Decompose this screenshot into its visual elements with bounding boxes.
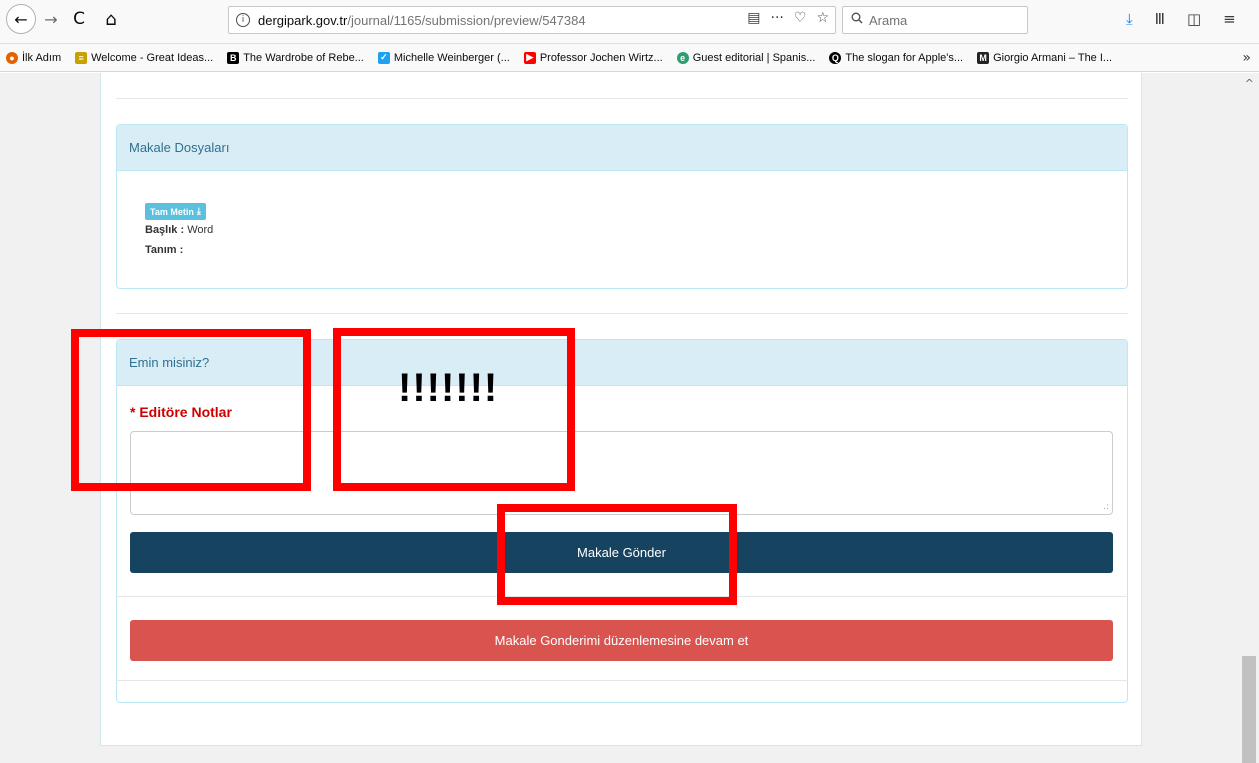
search-placeholder: Arama <box>869 12 908 28</box>
url-actions: ▤ ··· ♡ ☆ <box>747 10 829 26</box>
reload-icon: C <box>73 9 85 29</box>
scrollbar-thumb[interactable] <box>1242 656 1256 763</box>
bookmark-item[interactable]: ≡ Welcome - Great Ideas... <box>75 51 214 64</box>
bookmark-label: Giorgio Armani – The I... <box>993 51 1113 64</box>
divider <box>116 680 1128 681</box>
divider <box>116 313 1128 314</box>
forward-arrow-icon: → <box>44 9 58 29</box>
sidebar-icon[interactable]: ◫ <box>1187 10 1201 28</box>
bookmark-star-icon[interactable]: ☆ <box>816 10 829 26</box>
full-text-badge[interactable]: Tam Metin ⤓ <box>145 203 206 220</box>
file-title-row: Başlık : Word <box>145 224 213 236</box>
quora-icon: Q <box>829 51 842 64</box>
medium-icon: M <box>977 51 990 64</box>
files-panel-title: Makale Dosyaları <box>117 125 1127 171</box>
pocket-icon[interactable]: ♡ <box>794 10 807 26</box>
reader-view-icon[interactable]: ▤ <box>747 10 760 26</box>
bookmarks-toolbar: ● İlk Adım ≡ Welcome - Great Ideas... B The… <box>0 44 1259 72</box>
site-info-icon[interactable]: i <box>236 13 250 27</box>
site-icon: ≡ <box>75 51 88 64</box>
bookmark-item[interactable]: B The Wardrobe of Rebe... <box>227 51 364 64</box>
bbc-icon: B <box>227 51 240 64</box>
search-input[interactable]: Arama <box>842 6 1028 34</box>
home-button[interactable]: ⌂ <box>98 4 124 34</box>
file-title-value: Word <box>187 224 214 236</box>
annotation-exclamation: !!!!!!! <box>398 366 499 410</box>
back-arrow-icon: ← <box>14 9 28 29</box>
menu-icon[interactable]: ≡ <box>1223 10 1236 28</box>
bookmark-label: Welcome - Great Ideas... <box>91 51 214 64</box>
bookmark-item[interactable]: ● İlk Adım <box>6 51 62 64</box>
bookmark-label: The slogan for Apple's... <box>845 51 964 64</box>
continue-editing-button[interactable]: Makale Gonderimi düzenlemesine devam et <box>130 620 1113 661</box>
url-path: /journal/1165/submission/preview/547384 <box>347 12 586 28</box>
firefox-icon: ● <box>6 51 18 64</box>
download-small-icon: ⤓ <box>196 206 201 216</box>
file-title-label: Başlık : <box>145 224 185 236</box>
twitter-icon: ✓ <box>377 51 390 64</box>
elsevier-icon: e <box>676 51 689 64</box>
right-toolbar: ⤓ Ⅲ ◫ ≡ <box>1126 10 1236 28</box>
home-icon: ⌂ <box>105 8 117 30</box>
scroll-up-icon[interactable]: ^ <box>1245 77 1254 90</box>
forward-button[interactable]: → <box>40 4 62 34</box>
back-button[interactable]: ← <box>6 4 36 34</box>
bookmark-item[interactable]: M Giorgio Armani – The I... <box>977 51 1113 64</box>
scrollbar[interactable]: ^ <box>1239 73 1259 763</box>
bookmark-item[interactable]: ✓ Michelle Weinberger (... <box>377 51 510 64</box>
page-actions-icon[interactable]: ··· <box>771 10 784 26</box>
download-icon[interactable]: ⤓ <box>1126 10 1133 28</box>
url-host: dergipark.gov.tr <box>258 12 348 28</box>
file-desc-label: Tanım : <box>145 244 184 256</box>
bookmark-label: İlk Adım <box>22 51 62 64</box>
search-icon <box>851 12 863 28</box>
youtube-icon: ▶ <box>523 51 536 64</box>
reload-button[interactable]: C <box>68 4 90 34</box>
bookmark-item[interactable]: ▶ Professor Jochen Wirtz... <box>523 51 663 64</box>
bookmark-label: The Wardrobe of Rebe... <box>243 51 364 64</box>
bookmark-item[interactable]: Q The slogan for Apple's... <box>829 51 964 64</box>
resize-grip-icon[interactable]: .: <box>1103 502 1109 512</box>
divider <box>116 98 1128 99</box>
annotation-box-title <box>71 329 311 491</box>
bookmark-item[interactable]: e Guest editorial | Spanis... <box>676 51 816 64</box>
files-panel: Makale Dosyaları Tam Metin ⤓ Başlık : Wo… <box>116 124 1128 289</box>
file-desc-row: Tanım : <box>145 244 183 256</box>
badge-label: Tam Metin <box>150 206 194 217</box>
browser-toolbar: ← → C ⌂ i dergipark.gov.tr/journal/1165/… <box>0 0 1259 44</box>
bookmarks-overflow-icon[interactable]: » <box>1242 50 1251 66</box>
library-icon[interactable]: Ⅲ <box>1155 10 1165 28</box>
bookmark-label: Michelle Weinberger (... <box>393 51 510 64</box>
annotation-box-submit <box>497 504 737 605</box>
bookmark-label: Guest editorial | Spanis... <box>692 51 816 64</box>
address-bar[interactable]: i dergipark.gov.tr/journal/1165/submissi… <box>228 6 836 34</box>
bookmark-label: Professor Jochen Wirtz... <box>539 51 663 64</box>
